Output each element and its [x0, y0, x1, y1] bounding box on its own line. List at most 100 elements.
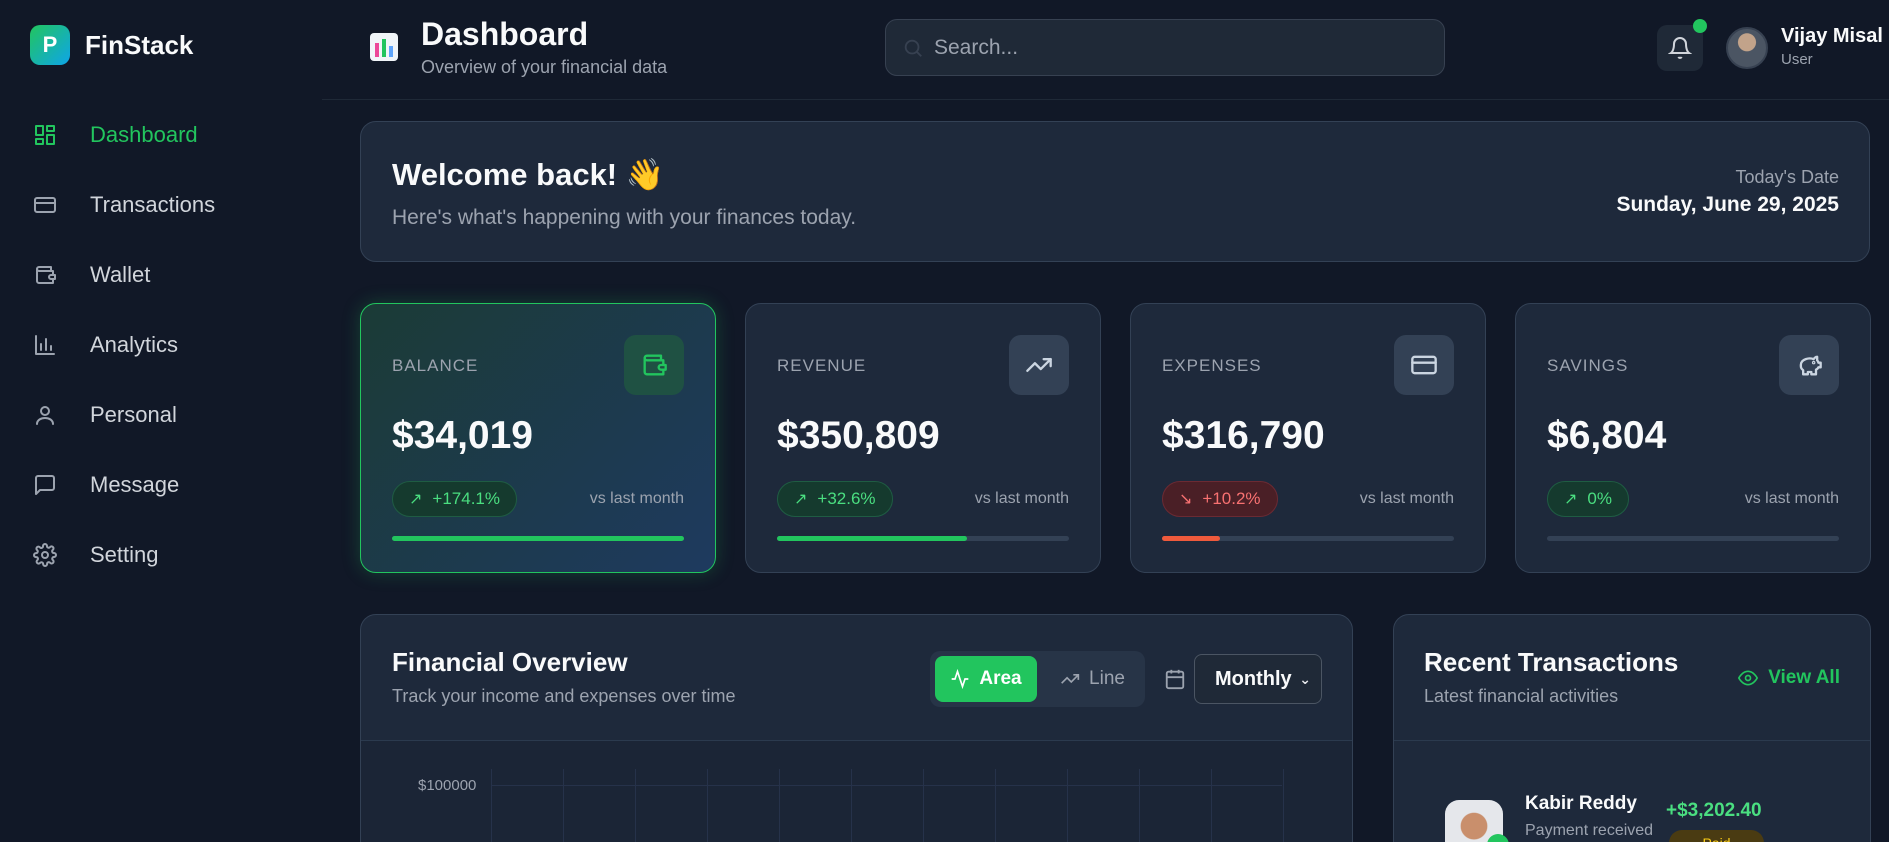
period-select-value: Monthly — [1215, 667, 1292, 690]
chart-gridline — [491, 769, 492, 842]
financial-overview-card: Financial Overview Track your income and… — [360, 614, 1353, 842]
sidebar-item-label: Personal — [90, 402, 177, 427]
piggy-bank-icon — [1779, 335, 1839, 395]
sidebar-item-label: Wallet — [90, 262, 151, 287]
arrow-up-right-icon: ↗ — [409, 491, 423, 508]
sidebar-item-setting[interactable]: Setting — [30, 520, 300, 590]
chart-gridline — [1283, 769, 1284, 842]
chart-gridline — [995, 769, 996, 842]
notification-dot — [1693, 19, 1707, 33]
eye-icon — [1738, 670, 1759, 686]
sidebar-item-personal[interactable]: Personal — [30, 380, 300, 450]
date-value: Sunday, June 29, 2025 — [1616, 193, 1839, 216]
stat-value: $6,804 — [1547, 414, 1667, 457]
avatar[interactable] — [1726, 27, 1768, 69]
chart-gridline — [491, 785, 1282, 786]
chevron-down-icon: ⌄ — [1299, 670, 1311, 687]
stat-change: +32.6% — [817, 489, 876, 508]
stat-progress-bar — [777, 536, 1069, 541]
notification-button[interactable] — [1657, 19, 1707, 71]
stat-value: $316,790 — [1162, 414, 1325, 457]
sidebar-item-wallet[interactable]: Wallet — [30, 240, 300, 310]
welcome-card: Welcome back! 👋 Here's what's happening … — [360, 121, 1870, 262]
chart-gridline — [707, 769, 708, 842]
chart-gridline — [1067, 769, 1068, 842]
transaction-amount: +$3,202.40 — [1666, 800, 1762, 821]
page-title: Dashboard — [421, 16, 589, 52]
stat-value: $350,809 — [777, 414, 940, 457]
stat-compare-label: vs last month — [589, 490, 684, 507]
stat-card-balance[interactable]: BALANCE $34,019 ↗ +174.1% vs last month — [360, 303, 716, 573]
stat-change: +174.1% — [432, 489, 500, 508]
recent-subtitle: Latest financial activities — [1424, 686, 1619, 706]
bell-icon — [1668, 37, 1692, 59]
stat-progress-fill — [392, 536, 684, 541]
overview-title: Financial Overview — [392, 647, 628, 677]
search-input[interactable] — [934, 35, 1414, 60]
search-bar[interactable] — [885, 19, 1445, 76]
stat-label: REVENUE — [777, 356, 867, 375]
chart-gridline — [635, 769, 636, 842]
stat-change-badge: ↘ +10.2% — [1162, 481, 1278, 517]
stat-label: SAVINGS — [1547, 356, 1629, 375]
activity-icon — [952, 669, 969, 689]
area-button-label: Area — [979, 668, 1022, 689]
transaction-name[interactable]: Kabir Reddy — [1525, 793, 1637, 815]
stat-change: +10.2% — [1202, 489, 1261, 508]
card-icon — [30, 190, 60, 220]
header: Dashboard Overview of your financial dat… — [322, 0, 1889, 100]
stat-card-expenses[interactable]: EXPENSES $316,790 ↘ +10.2% vs last month — [1130, 303, 1486, 573]
view-all-link[interactable]: View All — [1738, 667, 1840, 689]
stat-card-savings[interactable]: SAVINGS $6,804 ↗ 0% vs last month — [1515, 303, 1871, 573]
line-button-label: Line — [1089, 668, 1125, 689]
brand[interactable]: P FinStack — [30, 25, 193, 65]
stat-progress-bar — [1162, 536, 1454, 541]
trending-up-icon — [1061, 674, 1080, 684]
stat-label: EXPENSES — [1162, 356, 1262, 375]
stat-compare-label: vs last month — [1744, 490, 1839, 507]
sidebar-item-label: Message — [90, 472, 180, 497]
chart-gridline — [563, 769, 564, 842]
chart-icon — [369, 32, 399, 62]
stat-progress-fill — [777, 536, 967, 541]
transaction-description: Payment received — [1525, 822, 1654, 839]
stat-change-badge: ↗ 0% — [1547, 481, 1629, 517]
date-label: Today's Date — [1735, 167, 1840, 187]
overview-subtitle: Track your income and expenses over time — [392, 686, 736, 706]
bar-chart-icon — [30, 330, 60, 360]
stat-change-badge: ↗ +174.1% — [392, 481, 517, 517]
sidebar-item-label: Setting — [90, 542, 159, 567]
status-badge: Paid — [1669, 830, 1764, 842]
arrow-up-right-icon: ↗ — [794, 491, 808, 508]
wallet-icon — [624, 335, 684, 395]
stat-change: 0% — [1587, 489, 1612, 508]
stat-compare-label: vs last month — [974, 490, 1069, 507]
brand-name: FinStack — [85, 29, 194, 60]
sidebar-item-dashboard[interactable]: Dashboard — [30, 100, 300, 170]
sidebar-item-analytics[interactable]: Analytics — [30, 310, 300, 380]
card-icon — [1394, 335, 1454, 395]
stat-card-revenue[interactable]: REVENUE $350,809 ↗ +32.6% vs last month — [745, 303, 1101, 573]
welcome-title: Welcome back! 👋 — [392, 157, 665, 192]
chart-gridline — [779, 769, 780, 842]
gear-icon — [30, 540, 60, 570]
period-select[interactable]: Monthly ⌄ — [1194, 654, 1322, 704]
line-chart-button[interactable]: Line — [1045, 656, 1140, 702]
welcome-subtitle: Here's what's happening with your financ… — [392, 206, 857, 229]
grid-icon — [30, 120, 60, 150]
sidebar-item-message[interactable]: Message — [30, 450, 300, 520]
stat-progress-fill — [1162, 536, 1221, 541]
search-icon — [902, 37, 924, 59]
user-name[interactable]: Vijay Misal — [1781, 25, 1883, 48]
user-icon — [30, 400, 60, 430]
view-all-label: View All — [1768, 667, 1840, 688]
sidebar-item-label: Analytics — [90, 332, 179, 357]
page-subtitle: Overview of your financial data — [421, 57, 668, 77]
area-chart-button[interactable]: Area — [935, 656, 1037, 702]
chart-gridline — [851, 769, 852, 842]
recent-transactions-card: Recent Transactions Latest financial act… — [1393, 614, 1871, 842]
sidebar-item-transactions[interactable]: Transactions — [30, 170, 300, 240]
calendar-icon — [1164, 668, 1186, 690]
stat-compare-label: vs last month — [1359, 490, 1454, 507]
stat-value: $34,019 — [392, 414, 533, 457]
